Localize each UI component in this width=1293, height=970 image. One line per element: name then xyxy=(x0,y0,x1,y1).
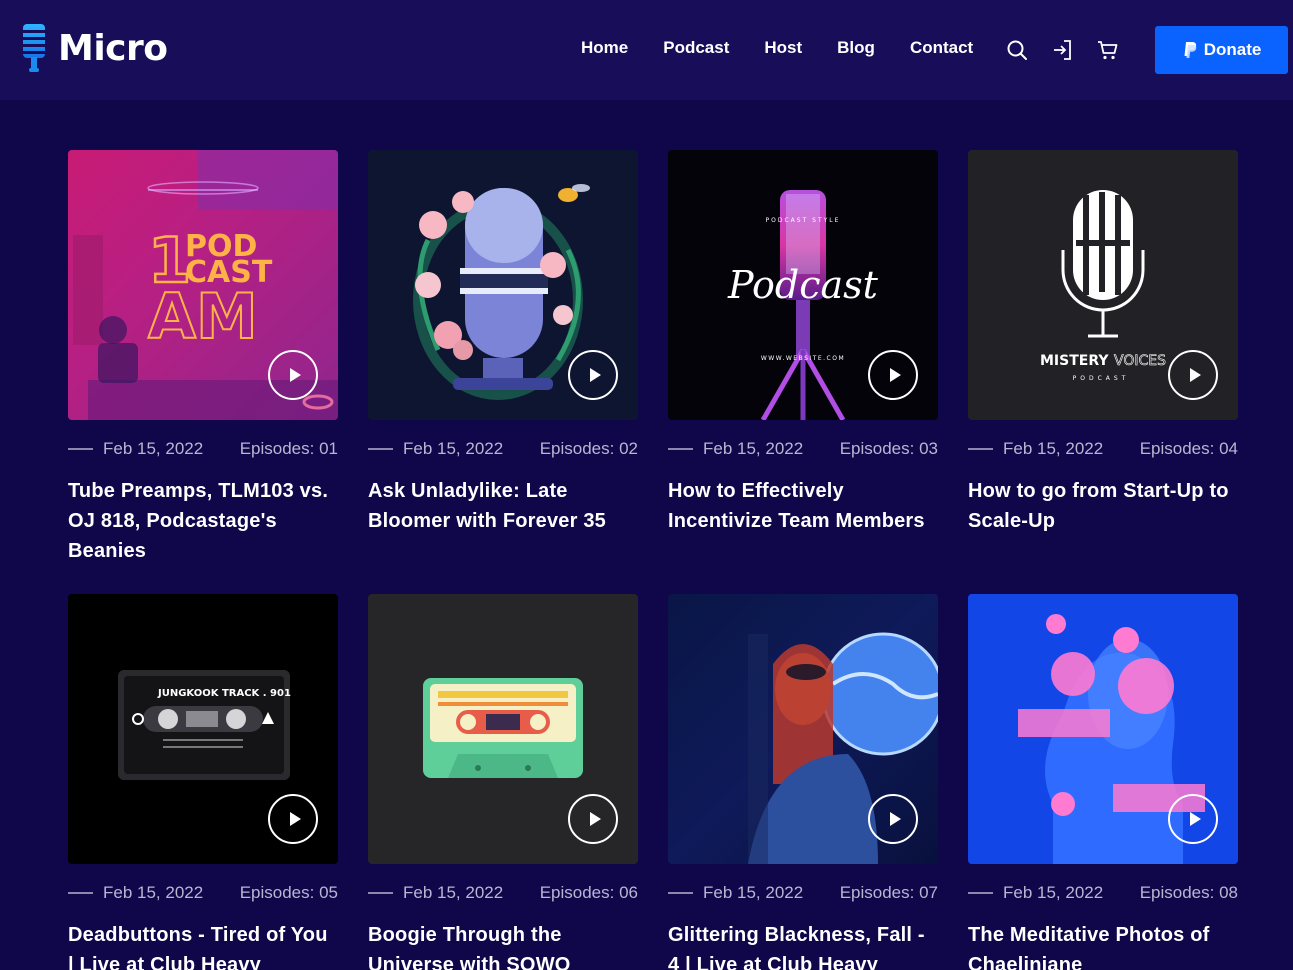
episode-number: Episodes: 03 xyxy=(839,439,938,458)
episode-number: Episodes: 05 xyxy=(239,883,338,902)
episode-meta: Feb 15, 2022 Episodes: 02 xyxy=(368,439,638,459)
episode-card[interactable]: PODCAST STYLE Podcast WWW.WEBSITE.COM Fe… xyxy=(668,150,938,536)
episode-card[interactable]: Feb 15, 2022 Episodes: 07 Glittering Bla… xyxy=(668,594,938,970)
svg-text:AM: AM xyxy=(148,280,258,353)
episode-meta: Feb 15, 2022 Episodes: 06 xyxy=(368,883,638,903)
logo[interactable]: Micro xyxy=(20,24,168,74)
login-icon[interactable] xyxy=(1051,38,1075,62)
svg-text:MISTERY: MISTERY xyxy=(1040,353,1109,369)
episode-number: Episodes: 08 xyxy=(1139,883,1238,902)
play-button[interactable] xyxy=(268,350,318,400)
play-button[interactable] xyxy=(1168,794,1218,844)
play-button[interactable] xyxy=(568,350,618,400)
episode-thumbnail[interactable] xyxy=(968,594,1238,864)
nav-host[interactable]: Host xyxy=(764,38,802,58)
episode-thumbnail[interactable] xyxy=(668,594,938,864)
episode-date: Feb 15, 2022 xyxy=(403,883,504,902)
site-header: Micro Home Podcast Host Blog Contact Don… xyxy=(0,0,1293,100)
episode-title[interactable]: Deadbuttons - Tired of You | Live at Clu… xyxy=(68,920,338,970)
episode-card[interactable]: JUNGKOOK TRACK . 901 Feb 15, 2022 Episod… xyxy=(68,594,338,970)
episode-card[interactable]: Feb 15, 2022 Episodes: 02 Ask Unladylike… xyxy=(368,150,638,536)
episode-title[interactable]: How to Effectively Incentivize Team Memb… xyxy=(668,476,938,536)
search-icon[interactable] xyxy=(1005,38,1029,62)
play-button[interactable] xyxy=(568,794,618,844)
brand-name: Micro xyxy=(58,28,168,69)
episode-card[interactable]: Feb 15, 2022 Episodes: 06 Boogie Through… xyxy=(368,594,638,970)
episode-date: Feb 15, 2022 xyxy=(1003,439,1104,458)
episode-meta: Feb 15, 2022 Episodes: 03 xyxy=(668,439,938,459)
episode-date: Feb 15, 2022 xyxy=(403,439,504,458)
svg-text:VOICES: VOICES xyxy=(1114,353,1166,369)
play-button[interactable] xyxy=(868,794,918,844)
episode-number: Episodes: 06 xyxy=(539,883,638,902)
paypal-icon xyxy=(1184,42,1196,58)
play-button[interactable] xyxy=(268,794,318,844)
nav-home[interactable]: Home xyxy=(581,38,628,58)
episode-date: Feb 15, 2022 xyxy=(103,439,204,458)
episode-card[interactable]: MISTERY VOICES PODCAST Feb 15, 2022 Epis… xyxy=(968,150,1238,536)
episode-title[interactable]: Glittering Blackness, Fall - 4 | Live at… xyxy=(668,920,938,970)
episode-date: Feb 15, 2022 xyxy=(703,883,804,902)
episode-number: Episodes: 02 xyxy=(539,439,638,458)
nav-podcast[interactable]: Podcast xyxy=(663,38,729,58)
episode-number: Episodes: 04 xyxy=(1139,439,1238,458)
nav-blog[interactable]: Blog xyxy=(837,38,875,58)
episode-meta: Feb 15, 2022 Episodes: 05 xyxy=(68,883,338,903)
cart-icon[interactable] xyxy=(1096,38,1120,62)
episode-meta: Feb 15, 2022 Episodes: 08 xyxy=(968,883,1238,903)
episode-title[interactable]: The Meditative Photos of Chaelinjane xyxy=(968,920,1238,970)
svg-text:PODCAST: PODCAST xyxy=(1073,375,1130,382)
donate-label: Donate xyxy=(1203,40,1262,59)
episode-date: Feb 15, 2022 xyxy=(703,439,804,458)
microphone-logo-icon xyxy=(20,24,48,72)
svg-text:Podcast: Podcast xyxy=(727,263,879,307)
episode-thumbnail[interactable] xyxy=(368,594,638,864)
nav-contact[interactable]: Contact xyxy=(910,38,973,58)
episode-title[interactable]: How to go from Start-Up to Scale-Up xyxy=(968,476,1238,536)
episode-number: Episodes: 01 xyxy=(239,439,338,458)
episode-number: Episodes: 07 xyxy=(839,883,938,902)
episode-thumbnail[interactable]: MISTERY VOICES PODCAST xyxy=(968,150,1238,420)
episode-title[interactable]: Tube Preamps, TLM103 vs. OJ 818, Podcast… xyxy=(68,476,338,566)
main-nav: Home Podcast Host Blog Contact xyxy=(581,38,1008,58)
donate-button[interactable]: Donate xyxy=(1155,26,1288,74)
episode-meta: Feb 15, 2022 Episodes: 04 xyxy=(968,439,1238,459)
episode-card[interactable]: 1 POD CAST AM Feb 15, 2022 Episodes: 01 … xyxy=(68,150,338,566)
episode-thumbnail[interactable]: PODCAST STYLE Podcast WWW.WEBSITE.COM xyxy=(668,150,938,420)
episode-thumbnail[interactable]: JUNGKOOK TRACK . 901 xyxy=(68,594,338,864)
play-button[interactable] xyxy=(1168,350,1218,400)
svg-text:WWW.WEBSITE.COM: WWW.WEBSITE.COM xyxy=(761,355,845,362)
episode-date: Feb 15, 2022 xyxy=(103,883,204,902)
svg-text:JUNGKOOK TRACK . 901: JUNGKOOK TRACK . 901 xyxy=(157,688,291,699)
svg-text:PODCAST STYLE: PODCAST STYLE xyxy=(766,217,841,224)
episode-thumbnail[interactable] xyxy=(368,150,638,420)
episode-title[interactable]: Ask Unladylike: Late Bloomer with Foreve… xyxy=(368,476,638,536)
play-button[interactable] xyxy=(868,350,918,400)
episode-meta: Feb 15, 2022 Episodes: 01 xyxy=(68,439,338,459)
episode-date: Feb 15, 2022 xyxy=(1003,883,1104,902)
episode-title[interactable]: Boogie Through the Universe with SOWO xyxy=(368,920,638,970)
episode-meta: Feb 15, 2022 Episodes: 07 xyxy=(668,883,938,903)
episode-card[interactable]: Feb 15, 2022 Episodes: 08 The Meditative… xyxy=(968,594,1238,970)
episode-thumbnail[interactable]: 1 POD CAST AM xyxy=(68,150,338,420)
